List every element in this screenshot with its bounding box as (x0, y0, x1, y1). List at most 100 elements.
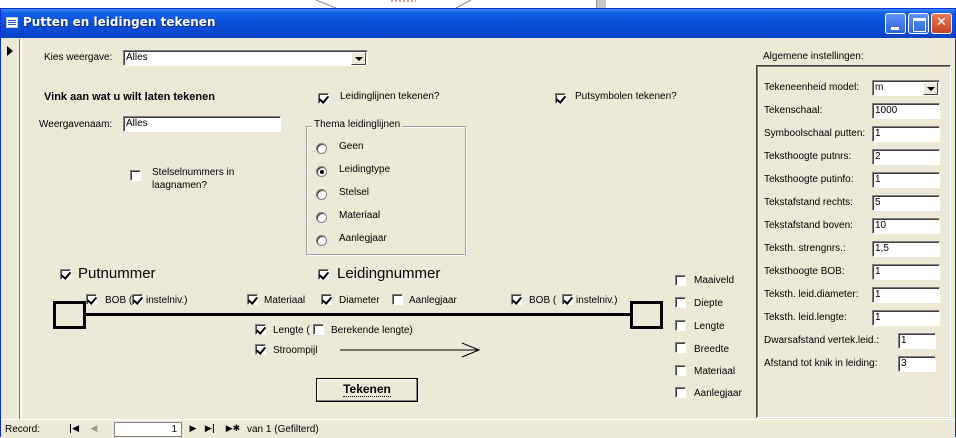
view-dropdown-chevron-down-icon[interactable] (351, 52, 366, 65)
settings-title: Algemene instellingen: (763, 51, 864, 62)
theme-group-title: Thema leidinglijnen (312, 119, 403, 130)
drawing-unit-chevron-down-icon[interactable] (923, 82, 938, 95)
last-record-icon[interactable]: ▶| (203, 422, 217, 436)
flow-arrow-label: Stroompijl (273, 345, 318, 356)
laying-year-label: Aanlegjaar (409, 295, 457, 306)
laying-year-checkbox[interactable] (392, 294, 403, 305)
bob-right-checkbox[interactable] (511, 294, 522, 305)
record-navigation-bar: Record: |◀ ◀ 1 ▶ ▶| ▶✱ van 1 (Gefilterd) (1, 419, 955, 438)
text-height-pit-info-input[interactable]: 1 (872, 172, 940, 188)
theme-radio-materiaal[interactable] (316, 212, 327, 223)
theme-radio-stelsel[interactable] (316, 189, 327, 200)
view-combobox[interactable]: Alles (123, 50, 368, 66)
insteln-right-checkbox[interactable] (562, 294, 573, 305)
draw-pit-symbols-checkbox[interactable] (555, 93, 566, 104)
settings-label-10: Teksth. leid.lengte: (764, 312, 847, 323)
text-height-pit-numbers-input[interactable]: 2 (872, 149, 940, 165)
pit-number-checkbox[interactable] (60, 269, 71, 280)
maximize-button[interactable] (908, 13, 929, 34)
display-name-label: Weergavenaam: (39, 119, 113, 130)
settings-label-4: Teksthoogte putinfo: (764, 174, 854, 185)
settings-label-5: Tekstafstand rechts: (764, 197, 853, 208)
length-label: Lengte ( (273, 325, 310, 336)
theme-radio-geen[interactable] (316, 143, 327, 154)
close-button[interactable]: ✕ (931, 13, 952, 34)
material-checkbox[interactable] (247, 294, 258, 305)
record-count-text: van 1 (Gefilterd) (247, 424, 319, 435)
theme-option-geen: Geen (339, 141, 364, 152)
pit-attr-diepte-label: Diepte (694, 298, 723, 309)
form-body: Kies weergave: Alles Vink aan wat u wilt… (21, 39, 951, 420)
display-name-input[interactable]: Alles (123, 116, 281, 132)
pit-attr-aanlegjaar-label: Aanlegjaar (694, 388, 742, 399)
minimize-button[interactable] (885, 13, 906, 34)
drawing-unit-combobox[interactable]: m (872, 80, 940, 96)
text-height-strand-numbers-input[interactable]: 1,5 (872, 241, 940, 257)
draw-button-label: Tekenen (343, 382, 391, 397)
previous-record-icon[interactable]: ◀ (87, 422, 101, 436)
pipe-number-checkbox[interactable] (318, 269, 329, 280)
settings-label-12: Afstand tot knik in leiding: (764, 358, 878, 369)
material-label: Materiaal (264, 295, 306, 306)
insteln-left-checkbox[interactable] (132, 294, 143, 305)
pit-symbol-right (630, 301, 663, 329)
length-checkbox[interactable] (255, 324, 266, 335)
diameter-label: Diameter (339, 295, 380, 306)
pit-attr-maaiveld-checkbox[interactable] (675, 275, 686, 286)
first-record-icon[interactable]: |◀ (67, 422, 81, 436)
computed-length-checkbox[interactable] (313, 324, 324, 335)
pit-attr-lengte-checkbox[interactable] (675, 320, 686, 331)
text-height-bob-input[interactable]: 1 (872, 264, 940, 280)
current-record-arrow-icon (7, 46, 13, 56)
pit-attr-aanlegjaar-checkbox[interactable] (675, 387, 686, 398)
draw-pipelines-label: Leidinglijnen tekenen? (340, 91, 440, 102)
pipe-number-label: Leidingnummer (337, 265, 441, 282)
record-label: Record: (5, 424, 41, 435)
text-height-pipe-diameter-input[interactable]: 1 (872, 287, 940, 303)
diameter-checkbox[interactable] (321, 294, 332, 305)
theme-radio-leidingtype[interactable] (316, 166, 327, 177)
draw-pit-symbols-label: Putsymbolen tekenen? (575, 91, 677, 102)
transverse-offset-input[interactable]: 1 (898, 333, 936, 349)
pit-attr-maaiveld-label: Maaiveld (694, 275, 735, 286)
settings-label-11: Dwarsafstand vertek.leid.: (764, 335, 880, 346)
pit-symbol-left (53, 301, 86, 329)
draw-button[interactable]: Tekenen (316, 378, 418, 402)
settings-label-6: Tekstafstand boven: (764, 220, 853, 231)
pit-attr-breedte-checkbox[interactable] (675, 342, 686, 353)
new-record-icon[interactable]: ▶✱ (223, 422, 243, 436)
bob-left-checkbox[interactable] (86, 294, 97, 305)
system-numbers-label-line2: laagnamen? (152, 180, 208, 191)
record-selector[interactable] (1, 39, 20, 419)
text-distance-right-input[interactable]: 5 (872, 195, 940, 211)
bob-right-label: BOB ( (529, 295, 557, 306)
pit-attr-lengte-label: Lengte (694, 321, 725, 332)
theme-option-aanlegjaar: Aanlegjaar (339, 233, 387, 244)
pit-attr-materiaal-checkbox[interactable] (675, 365, 686, 376)
theme-radio-aanlegjaar[interactable] (316, 235, 327, 246)
draw-heading: Vink aan wat u wilt laten tekenen (44, 91, 215, 103)
text-height-pipe-length-input[interactable]: 1 (872, 310, 940, 326)
pit-attr-diepte-checkbox[interactable] (675, 297, 686, 308)
system-numbers-checkbox[interactable] (130, 170, 141, 181)
background-scrollbar (596, 0, 606, 8)
pit-attr-breedte-label: Breedte (694, 344, 730, 355)
text-distance-top-input[interactable]: 10 (872, 218, 940, 234)
pit-number-label: Putnummer (78, 265, 156, 282)
theme-option-materiaal: Materiaal (339, 210, 381, 221)
title-bar[interactable]: Putten en leidingen tekenen ✕ (1, 9, 955, 38)
flow-arrow-checkbox[interactable] (255, 344, 266, 355)
draw-pipelines-checkbox[interactable] (318, 93, 329, 104)
view-value: Alles (126, 52, 148, 63)
computed-length-label: Berekende lengte) (331, 325, 413, 336)
settings-label-3: Teksthoogte putnrs: (764, 151, 852, 162)
settings-label-0: Tekeneenheid model: (764, 82, 860, 93)
record-number-input[interactable]: 1 (114, 422, 182, 437)
drawing-scale-input[interactable]: 1000 (872, 103, 940, 119)
symbol-scale-input[interactable]: 1 (872, 126, 940, 142)
bend-distance-input[interactable]: 3 (898, 356, 936, 372)
insteln-left-label: instelniv.) (146, 295, 188, 306)
form-icon[interactable] (6, 17, 18, 28)
next-record-icon[interactable]: ▶ (186, 422, 200, 436)
settings-label-7: Teksth. strengnrs.: (764, 243, 846, 254)
